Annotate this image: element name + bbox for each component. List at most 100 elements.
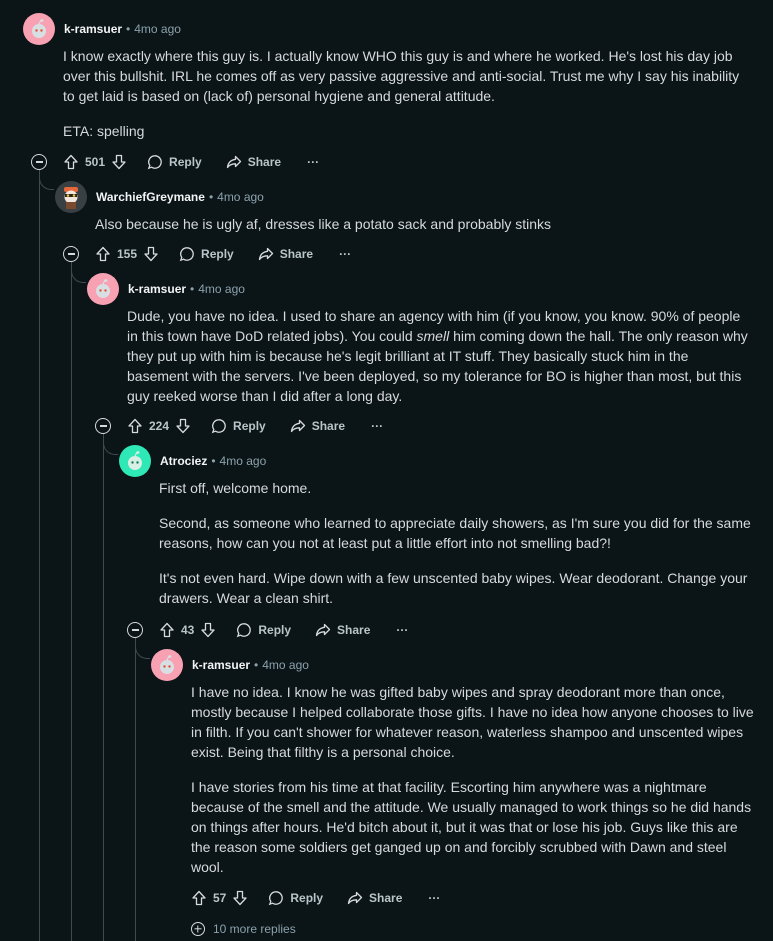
more-options-icon: ··· [339,247,352,261]
comment-paragraph: Dude, you have no idea. I used to share … [127,306,753,406]
collapse-button[interactable] [127,622,143,638]
comment-header: Atrociez • 4mo ago [119,445,266,477]
share-label: Share [337,623,371,637]
share-button[interactable]: Share [290,418,345,434]
collapse-button[interactable] [31,154,47,170]
share-label: Share [311,419,346,433]
comment-icon [269,891,284,906]
snoo-icon [32,19,46,38]
share-button[interactable]: Share [226,154,281,170]
more-replies-label: 10 more replies [213,922,296,936]
upvote-button[interactable] [95,246,111,262]
upvote-icon [192,890,206,906]
vote-score: 57 [213,891,227,905]
collapse-button[interactable] [63,246,79,262]
comment-header: k-ramsuer • 4mo ago [151,649,309,681]
reply-button[interactable]: Reply [236,622,291,638]
share-button[interactable]: Share [315,622,370,638]
share-button[interactable]: Share [347,890,402,906]
downvote-button[interactable] [111,154,127,170]
vote-score: 155 [117,247,138,261]
separator-dot: • [254,658,259,672]
comment-body: Also because he is ugly af, dresses like… [95,214,755,234]
upvote-icon [160,622,174,638]
comment-body: First off, welcome home. Second, as some… [159,478,755,608]
share-label: Share [279,247,314,261]
comment-body: I have no idea. I know he was gifted bab… [191,682,755,877]
more-options-icon: ··· [371,419,384,433]
comment-actions: 43 Reply Share ··· [159,618,408,642]
more-options-button[interactable]: ··· [339,247,351,261]
downvote-button[interactable] [200,622,216,638]
more-options-button[interactable]: ··· [307,155,319,169]
comment-icon [179,247,194,262]
avatar[interactable] [87,273,119,305]
comment-paragraph: First off, welcome home. [159,480,312,496]
separator-dot: • [126,22,131,36]
comment-thread: k-ramsuer • 4mo ago I know exactly where… [0,0,773,941]
comment-icon [147,155,162,170]
reply-label: Reply [290,891,324,905]
downvote-button[interactable] [143,246,159,262]
upvote-button[interactable] [191,890,207,906]
thread-connector [103,440,118,455]
reply-button[interactable]: Reply [147,154,202,170]
comment-author[interactable]: k-ramsuer [128,282,186,296]
comment-timestamp[interactable]: 4mo ago [134,22,181,36]
share-icon [347,891,363,905]
more-options-icon: ··· [428,891,441,905]
avatar[interactable] [151,649,183,681]
upvote-button[interactable] [159,622,175,638]
comment-author[interactable]: WarchiefGreymane [96,190,205,204]
share-label: Share [247,155,282,169]
comment-author[interactable]: Atrociez [160,454,207,468]
share-button[interactable]: Share [258,246,313,262]
thread-connector [71,268,86,283]
avatar[interactable] [55,181,87,213]
reply-label: Reply [233,419,266,433]
comment-icon [211,419,226,434]
reply-button[interactable]: Reply [179,246,234,262]
thread-line[interactable] [135,638,136,941]
comment-timestamp[interactable]: 4mo ago [220,454,267,468]
comment-header: k-ramsuer • 4mo ago [87,273,245,305]
avatar[interactable] [119,445,151,477]
comment-timestamp[interactable]: 4mo ago [217,190,264,204]
comment-actions: 57 Reply Share ··· [191,886,440,910]
thread-connector [135,644,150,659]
more-replies-button[interactable]: 10 more replies [191,922,296,936]
downvote-icon [144,246,158,262]
more-options-icon: ··· [307,155,320,169]
share-icon [290,419,305,433]
thread-connector [39,175,54,190]
downvote-button[interactable] [175,418,191,434]
downvote-icon [112,154,126,170]
more-options-button[interactable]: ··· [396,623,408,637]
comment-actions: 155 Reply Share ··· [95,242,351,266]
thread-line[interactable] [103,434,104,941]
comment-timestamp[interactable]: 4mo ago [262,658,309,672]
comment-author[interactable]: k-ramsuer [192,658,250,672]
upvote-button[interactable] [127,418,143,434]
snoo-icon [160,655,174,674]
reply-button[interactable]: Reply [268,890,323,906]
avatar[interactable] [23,13,55,45]
collapse-button[interactable] [95,418,111,434]
downvote-icon [201,622,216,638]
emphasis-text: smell [416,328,450,344]
comment-timestamp[interactable]: 4mo ago [198,282,245,296]
more-options-button[interactable]: ··· [371,419,383,433]
downvote-icon [233,890,248,906]
more-options-button[interactable]: ··· [428,891,440,905]
thread-line[interactable] [71,262,72,941]
snoo-icon [96,279,110,298]
warchief-avatar-icon [64,187,78,209]
upvote-button[interactable] [63,154,79,170]
comment-author[interactable]: k-ramsuer [64,22,122,36]
comment-body: Dude, you have no idea. I used to share … [127,306,753,406]
downvote-button[interactable] [232,890,248,906]
comment-paragraph: I have no idea. I know he was gifted bab… [191,684,754,760]
share-icon [226,155,241,169]
thread-line[interactable] [39,170,40,941]
reply-button[interactable]: Reply [211,418,266,434]
